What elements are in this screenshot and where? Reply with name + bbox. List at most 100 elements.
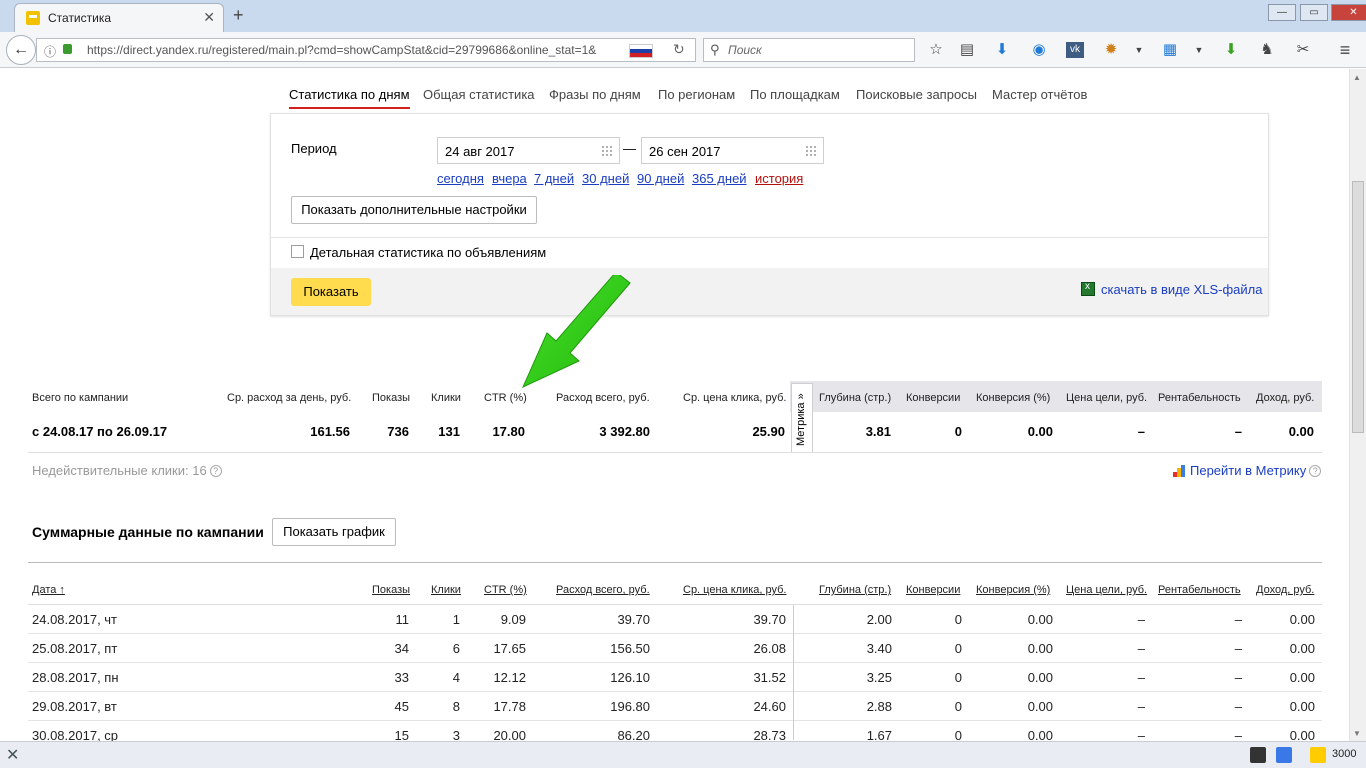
col-goal-cost[interactable]: Цена цели, руб.	[1066, 584, 1147, 596]
col-shows[interactable]: Показы	[372, 584, 410, 596]
sum-shows: 736	[387, 424, 409, 439]
back-button[interactable]: ←	[6, 35, 36, 65]
reader-icon[interactable]: ▤	[958, 42, 976, 58]
new-tab-button[interactable]: +	[233, 5, 244, 26]
statusbar-close-icon[interactable]: ✕	[6, 745, 19, 765]
date-to-value: 26 сен 2017	[649, 144, 721, 159]
quick-link-30-days[interactable]: 30 дней	[582, 171, 629, 186]
browser-tab[interactable]: Статистика ✕	[14, 3, 224, 32]
extra-settings-button[interactable]: Показать дополнительные настройки	[291, 196, 537, 224]
cell-ctr: 9.09	[500, 612, 526, 627]
detail-stat-label[interactable]: Детальная статистика по объявлениям	[310, 245, 546, 260]
tab-close-icon[interactable]: ✕	[203, 9, 215, 26]
quick-link-today[interactable]: сегодня	[437, 171, 484, 186]
browser-navbar: ⓘ https://direct.yandex.ru/registered/ma…	[0, 32, 1366, 68]
scroll-down-icon[interactable]: ▼	[1353, 729, 1361, 738]
evernote-icon[interactable]: ♞	[1258, 42, 1276, 58]
bug-icon[interactable]: ✹	[1102, 42, 1120, 58]
filter-panel: Период 24 авг 2017 — 26 сен 2017 сегодня…	[270, 113, 1269, 316]
invalid-clicks-text: Недействительные клики: 16	[32, 463, 207, 478]
calendar-icon[interactable]	[805, 145, 817, 157]
date-from-input[interactable]: 24 авг 2017	[437, 137, 620, 164]
col-ctr[interactable]: CTR (%)	[484, 584, 527, 596]
hamburger-icon[interactable]: ≡	[1336, 41, 1354, 59]
col-revenue[interactable]: Доход, руб.	[1256, 584, 1314, 596]
sum-period: с 24.08.17 по 26.09.17	[32, 424, 168, 439]
table-row: 25.08.2017, пт 34 6 17.65 156.50 26.08 3.40 0 0.…	[28, 634, 1322, 663]
metrika-toggle[interactable]: Метрика »	[791, 383, 813, 453]
quick-link-7-days[interactable]: 7 дней	[534, 171, 574, 186]
help-icon[interactable]: ?	[209, 465, 222, 477]
cell-depth: 2.88	[866, 699, 892, 714]
tab-stat-by-days[interactable]: Статистика по дням	[289, 87, 410, 109]
odnoklassniki-icon[interactable]: ◉	[1030, 42, 1048, 58]
yandex-icon[interactable]	[1310, 747, 1326, 763]
col-profitability[interactable]: Рентабельность	[1158, 584, 1241, 596]
show-button[interactable]: Показать	[291, 278, 371, 306]
addon-icon[interactable]	[1250, 747, 1266, 763]
show-chart-button[interactable]: Показать график	[272, 518, 396, 546]
detail-stat-checkbox[interactable]	[291, 245, 304, 258]
maximize-button[interactable]: ▭	[1300, 4, 1328, 21]
quick-link-yesterday[interactable]: вчера	[492, 171, 527, 186]
scroll-up-icon[interactable]: ▲	[1353, 73, 1361, 82]
cell-goal-cost: –	[1137, 612, 1145, 627]
vk-icon[interactable]: vk	[1066, 42, 1084, 58]
sum-header-conversion-rate: Конверсия (%)	[976, 392, 1051, 404]
col-date[interactable]: Дата ↑	[32, 584, 65, 596]
google-icon[interactable]	[1276, 747, 1292, 763]
cell-conversion-rate: 0.00	[1027, 612, 1053, 627]
tab-search-queries[interactable]: Поисковые запросы	[856, 87, 977, 102]
history-link[interactable]: история	[755, 171, 803, 186]
tools-icon[interactable]: ✂	[1294, 42, 1312, 58]
address-bar[interactable]: ⓘ https://direct.yandex.ru/registered/ma…	[36, 38, 696, 62]
grid-icon[interactable]: ▦	[1161, 42, 1179, 58]
invalid-clicks: Недействительные клики: 16?	[32, 463, 222, 478]
col-avg-cpc[interactable]: Ср. цена клика, руб.	[683, 584, 786, 596]
date-to-input[interactable]: 26 сен 2017	[641, 137, 824, 164]
tab-phrases-by-days[interactable]: Фразы по дням	[549, 87, 641, 102]
download-xls-link[interactable]: скачать в виде XLS-файла	[1101, 282, 1263, 297]
col-conversion-rate[interactable]: Конверсия (%)	[976, 584, 1050, 596]
tab-report-wizard[interactable]: Мастер отчётов	[992, 87, 1087, 102]
scroll-thumb[interactable]	[1352, 181, 1364, 433]
calendar-icon[interactable]	[601, 145, 613, 157]
table-row: 28.08.2017, пн 33 4 12.12 126.10 31.52 3.25 0 0.…	[28, 663, 1322, 692]
site-info-icon[interactable]: ⓘ	[44, 43, 56, 60]
quick-link-365-days[interactable]: 365 дней	[692, 171, 747, 186]
sum-depth: 3.81	[865, 424, 891, 439]
browser-statusbar: ✕ 3000	[0, 741, 1366, 768]
asterisk-icon[interactable]	[1296, 747, 1304, 763]
russia-flag-icon	[629, 44, 653, 58]
url-text[interactable]: https://direct.yandex.ru/registered/main…	[87, 43, 607, 57]
go-to-metrika-link[interactable]: Перейти в Метрику?	[1190, 463, 1322, 478]
reload-icon[interactable]: ↻	[673, 41, 685, 58]
page-scrollbar[interactable]: ▲ ▼	[1349, 69, 1366, 741]
quick-link-90-days[interactable]: 90 дней	[637, 171, 684, 186]
col-conversions[interactable]: Конверсии	[906, 584, 960, 596]
sum-header-profitability: Рентабельность	[1158, 392, 1241, 404]
col-total-cost[interactable]: Расход всего, руб.	[556, 584, 650, 596]
sum-header-total-cost: Расход всего, руб.	[556, 392, 650, 404]
star-icon[interactable]: ☆	[927, 42, 945, 58]
download-icon[interactable]: ⬇	[993, 42, 1011, 58]
excel-icon[interactable]	[1081, 281, 1095, 296]
tab-general-stat[interactable]: Общая статистика	[423, 87, 535, 102]
tab-regions[interactable]: По регионам	[658, 87, 735, 102]
go-to-metrika-text[interactable]: Перейти в Метрику	[1190, 463, 1306, 478]
cell-date: 28.08.2017, пн	[32, 670, 119, 685]
menu-arrow-icon[interactable]: ▼	[1130, 42, 1148, 58]
daily-table-top-border	[28, 562, 1322, 563]
green-download-icon[interactable]: ⬇	[1222, 42, 1240, 58]
minimize-button[interactable]: —	[1268, 4, 1296, 21]
cell-total-cost: 196.80	[610, 699, 650, 714]
col-depth[interactable]: Глубина (стр.)	[819, 584, 891, 596]
sum-conversions: 0	[954, 424, 962, 439]
tab-placements[interactable]: По площадкам	[750, 87, 840, 102]
search-bar[interactable]: ⚲ Поиск	[703, 38, 915, 62]
help-icon[interactable]: ?	[1309, 465, 1322, 477]
dropdown-icon[interactable]: ▼	[1190, 42, 1208, 58]
sum-header-clicks: Клики	[431, 392, 461, 404]
col-clicks[interactable]: Клики	[431, 584, 461, 596]
window-close-button[interactable]: ✕	[1331, 4, 1366, 21]
